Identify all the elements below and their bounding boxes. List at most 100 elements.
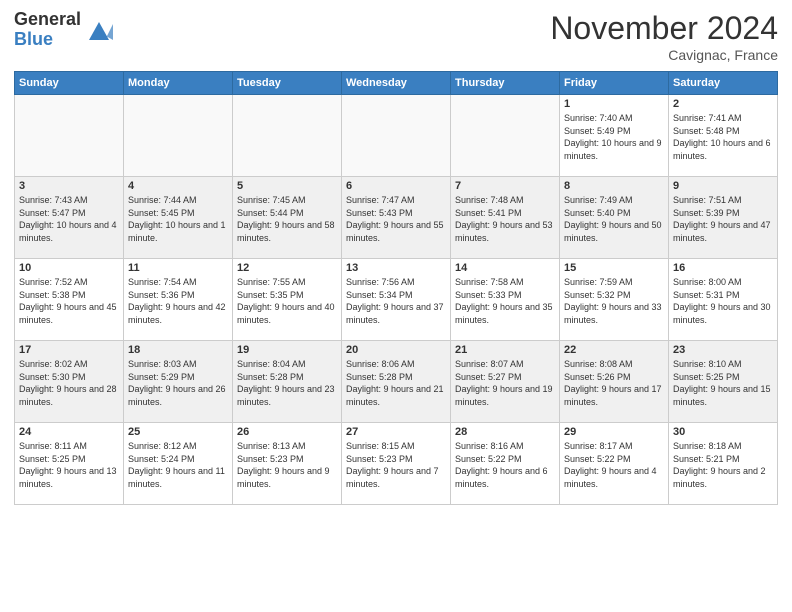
day-info: Sunrise: 7:48 AMSunset: 5:41 PMDaylight:…: [455, 194, 555, 244]
location: Cavignac, France: [550, 47, 778, 63]
calendar-day-cell: 8Sunrise: 7:49 AMSunset: 5:40 PMDaylight…: [560, 177, 669, 259]
calendar-day-cell: 10Sunrise: 7:52 AMSunset: 5:38 PMDayligh…: [15, 259, 124, 341]
calendar-day-cell: 23 Sunrise: 8:10 AMSunset: 5:25 PMDayligh…: [669, 341, 778, 423]
day-number: 5: [237, 180, 337, 192]
calendar-day-cell: 1 Sunrise: 7:40 AMSunset: 5:49 PMDaylight…: [560, 95, 669, 177]
calendar-day-cell: 13Sunrise: 7:56 AMSunset: 5:34 PMDayligh…: [342, 259, 451, 341]
day-number: 6: [346, 180, 446, 192]
day-number: 13: [346, 262, 446, 274]
day-info: Sunrise: 8:06 AMSunset: 5:28 PMDaylight:…: [346, 358, 446, 408]
calendar-day-cell: 28 Sunrise: 8:16 AMSunset: 5:22 PMDayligh…: [451, 423, 560, 505]
day-number: 15: [564, 262, 664, 274]
day-info: Sunrise: 7:41 AMSunset: 5:48 PMDaylight:…: [673, 112, 773, 162]
day-number: 14: [455, 262, 555, 274]
day-number: 17: [19, 344, 119, 356]
calendar-day-cell: 26 Sunrise: 8:13 AMSunset: 5:23 PMDayligh…: [233, 423, 342, 505]
day-number: 19: [237, 344, 337, 356]
day-info: Sunrise: 7:58 AMSunset: 5:33 PMDaylight:…: [455, 276, 555, 326]
calendar-day-cell: [342, 95, 451, 177]
day-number: 11: [128, 262, 228, 274]
day-info: Sunrise: 7:44 AMSunset: 5:45 PMDaylight:…: [128, 194, 228, 244]
day-info: Sunrise: 8:13 AMSunset: 5:23 PMDaylight:…: [237, 440, 337, 490]
day-info: Sunrise: 8:07 AMSunset: 5:27 PMDaylight:…: [455, 358, 555, 408]
calendar-day-cell: 21 Sunrise: 8:07 AMSunset: 5:27 PMDayligh…: [451, 341, 560, 423]
logo-blue: Blue: [14, 30, 81, 50]
header-friday: Friday: [560, 72, 669, 95]
calendar-day-cell: 19 Sunrise: 8:04 AMSunset: 5:28 PMDayligh…: [233, 341, 342, 423]
day-info: Sunrise: 8:00 AMSunset: 5:31 PMDaylight:…: [673, 276, 773, 326]
calendar-day-cell: 30Sunrise: 8:18 AMSunset: 5:21 PMDayligh…: [669, 423, 778, 505]
month-title: November 2024: [550, 10, 778, 47]
day-info: Sunrise: 7:55 AMSunset: 5:35 PMDaylight:…: [237, 276, 337, 326]
calendar-week-row: 24Sunrise: 8:11 AMSunset: 5:25 PMDayligh…: [15, 423, 778, 505]
day-info: Sunrise: 7:52 AMSunset: 5:38 PMDaylight:…: [19, 276, 119, 326]
day-info: Sunrise: 8:15 AMSunset: 5:23 PMDaylight:…: [346, 440, 446, 490]
day-info: Sunrise: 7:45 AMSunset: 5:44 PMDaylight:…: [237, 194, 337, 244]
day-number: 16: [673, 262, 773, 274]
logo-text: General Blue: [14, 10, 81, 50]
day-number: 28: [455, 426, 555, 438]
header-sunday: Sunday: [15, 72, 124, 95]
calendar-day-cell: [451, 95, 560, 177]
calendar-day-cell: 4 Sunrise: 7:44 AMSunset: 5:45 PMDaylight…: [124, 177, 233, 259]
calendar-day-cell: 18 Sunrise: 8:03 AMSunset: 5:29 PMDayligh…: [124, 341, 233, 423]
calendar-table: Sunday Monday Tuesday Wednesday Thursday…: [14, 71, 778, 505]
day-number: 1: [564, 98, 664, 110]
day-info: Sunrise: 7:47 AMSunset: 5:43 PMDaylight:…: [346, 194, 446, 244]
weekday-header-row: Sunday Monday Tuesday Wednesday Thursday…: [15, 72, 778, 95]
calendar-container: General Blue November 2024 Cavignac, Fra…: [0, 0, 792, 513]
day-number: 4: [128, 180, 228, 192]
calendar-day-cell: [124, 95, 233, 177]
day-number: 26: [237, 426, 337, 438]
day-number: 3: [19, 180, 119, 192]
header-tuesday: Tuesday: [233, 72, 342, 95]
day-number: 12: [237, 262, 337, 274]
calendar-day-cell: 16 Sunrise: 8:00 AMSunset: 5:31 PMDayligh…: [669, 259, 778, 341]
calendar-week-row: 17 Sunrise: 8:02 AMSunset: 5:30 PMDayligh…: [15, 341, 778, 423]
calendar-day-cell: 12 Sunrise: 7:55 AMSunset: 5:35 PMDayligh…: [233, 259, 342, 341]
day-number: 7: [455, 180, 555, 192]
day-info: Sunrise: 8:10 AMSunset: 5:25 PMDaylight:…: [673, 358, 773, 408]
day-info: Sunrise: 7:51 AMSunset: 5:39 PMDaylight:…: [673, 194, 773, 244]
calendar-week-row: 1 Sunrise: 7:40 AMSunset: 5:49 PMDaylight…: [15, 95, 778, 177]
day-info: Sunrise: 8:02 AMSunset: 5:30 PMDaylight:…: [19, 358, 119, 408]
calendar-day-cell: 20 Sunrise: 8:06 AMSunset: 5:28 PMDayligh…: [342, 341, 451, 423]
day-number: 21: [455, 344, 555, 356]
day-info: Sunrise: 7:54 AMSunset: 5:36 PMDaylight:…: [128, 276, 228, 326]
day-info: Sunrise: 7:43 AMSunset: 5:47 PMDaylight:…: [19, 194, 119, 244]
day-number: 24: [19, 426, 119, 438]
calendar-day-cell: [233, 95, 342, 177]
calendar-day-cell: 29Sunrise: 8:17 AMSunset: 5:22 PMDayligh…: [560, 423, 669, 505]
header-saturday: Saturday: [669, 72, 778, 95]
day-info: Sunrise: 8:16 AMSunset: 5:22 PMDaylight:…: [455, 440, 555, 490]
day-number: 23: [673, 344, 773, 356]
day-info: Sunrise: 8:03 AMSunset: 5:29 PMDaylight:…: [128, 358, 228, 408]
title-block: November 2024 Cavignac, France: [550, 10, 778, 63]
header-thursday: Thursday: [451, 72, 560, 95]
day-number: 27: [346, 426, 446, 438]
calendar-day-cell: 11 Sunrise: 7:54 AMSunset: 5:36 PMDayligh…: [124, 259, 233, 341]
calendar-week-row: 10Sunrise: 7:52 AMSunset: 5:38 PMDayligh…: [15, 259, 778, 341]
calendar-day-cell: 9 Sunrise: 7:51 AMSunset: 5:39 PMDaylight…: [669, 177, 778, 259]
day-number: 2: [673, 98, 773, 110]
calendar-day-cell: 15 Sunrise: 7:59 AMSunset: 5:32 PMDayligh…: [560, 259, 669, 341]
logo-general: General: [14, 10, 81, 30]
day-info: Sunrise: 8:17 AMSunset: 5:22 PMDaylight:…: [564, 440, 664, 490]
day-info: Sunrise: 7:40 AMSunset: 5:49 PMDaylight:…: [564, 112, 664, 162]
logo-icon: [85, 16, 113, 44]
header-monday: Monday: [124, 72, 233, 95]
day-number: 18: [128, 344, 228, 356]
calendar-day-cell: 14 Sunrise: 7:58 AMSunset: 5:33 PMDayligh…: [451, 259, 560, 341]
calendar-day-cell: 17 Sunrise: 8:02 AMSunset: 5:30 PMDayligh…: [15, 341, 124, 423]
day-info: Sunrise: 7:59 AMSunset: 5:32 PMDaylight:…: [564, 276, 664, 326]
day-info: Sunrise: 8:08 AMSunset: 5:26 PMDaylight:…: [564, 358, 664, 408]
day-number: 22: [564, 344, 664, 356]
day-number: 9: [673, 180, 773, 192]
day-number: 20: [346, 344, 446, 356]
logo: General Blue: [14, 10, 113, 50]
header: General Blue November 2024 Cavignac, Fra…: [14, 10, 778, 63]
calendar-day-cell: 2 Sunrise: 7:41 AMSunset: 5:48 PMDaylight…: [669, 95, 778, 177]
day-info: Sunrise: 8:04 AMSunset: 5:28 PMDaylight:…: [237, 358, 337, 408]
header-wednesday: Wednesday: [342, 72, 451, 95]
calendar-day-cell: 3 Sunrise: 7:43 AMSunset: 5:47 PMDaylight…: [15, 177, 124, 259]
